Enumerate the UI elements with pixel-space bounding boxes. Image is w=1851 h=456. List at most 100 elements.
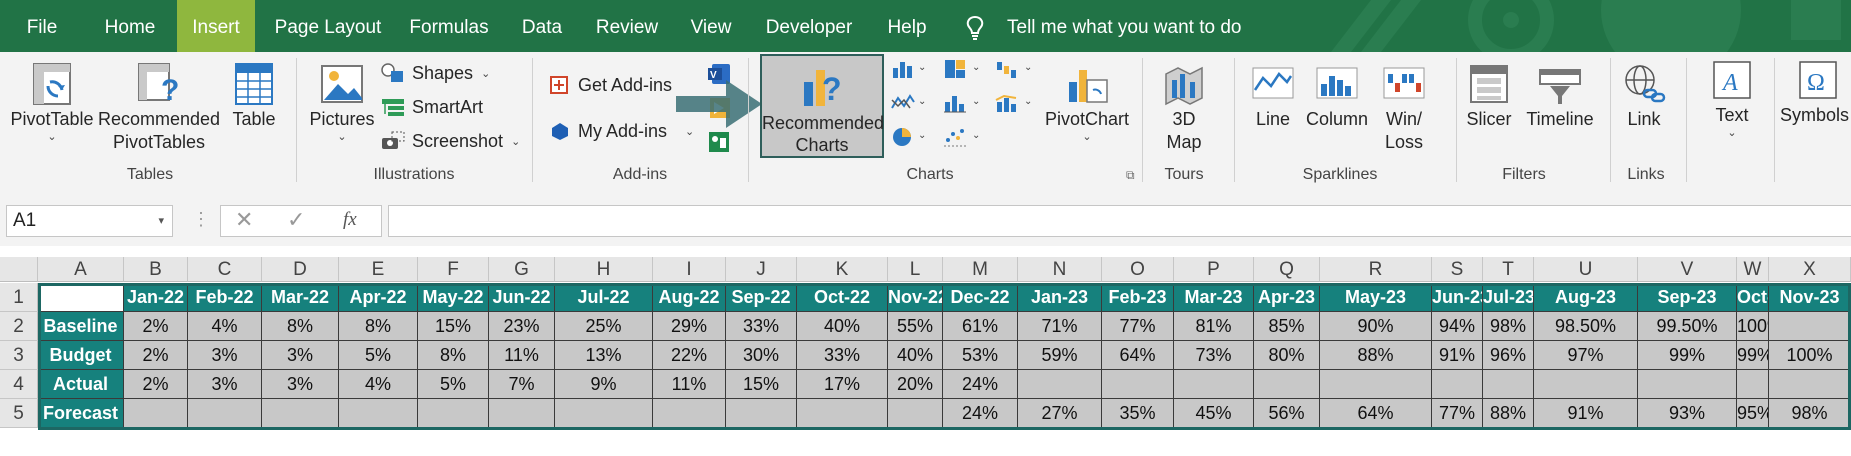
cell-k1[interactable]: Oct-22 — [797, 283, 888, 312]
row-header-1[interactable]: 1 — [0, 283, 38, 312]
cell-g2[interactable]: 23% — [489, 312, 555, 341]
cell-l2[interactable]: 55% — [888, 312, 943, 341]
cell-l3[interactable]: 40% — [888, 341, 943, 370]
cell-u2[interactable]: 98.50% — [1534, 312, 1638, 341]
tab-developer[interactable]: Developer — [761, 0, 857, 52]
cell-m1[interactable]: Dec-22 — [943, 283, 1018, 312]
cell-j4[interactable]: 15% — [726, 370, 797, 399]
cell-q4[interactable] — [1254, 370, 1320, 399]
cell-s5[interactable]: 77% — [1432, 399, 1483, 428]
cell-h4[interactable]: 9% — [555, 370, 653, 399]
statistic-chart-icon[interactable] — [942, 92, 968, 114]
cell-c3[interactable]: 3% — [188, 341, 262, 370]
cell-f1[interactable]: May-22 — [418, 283, 489, 312]
cell-u4[interactable] — [1534, 370, 1638, 399]
column-header-m[interactable]: M — [943, 257, 1018, 282]
hierarchy-chart-icon[interactable] — [942, 58, 968, 80]
column-header-s[interactable]: S — [1432, 257, 1483, 282]
recommended-charts-button[interactable]: ? Recommended Charts — [760, 54, 884, 158]
cell-f2[interactable]: 15% — [418, 312, 489, 341]
column-header-u[interactable]: U — [1534, 257, 1638, 282]
tab-view[interactable]: View — [684, 0, 738, 52]
column-header-b[interactable]: B — [124, 257, 188, 282]
tab-help[interactable]: Help — [880, 0, 934, 52]
cell-b2[interactable]: 2% — [124, 312, 188, 341]
cell-w3[interactable]: 99% — [1737, 341, 1769, 370]
cell-t1[interactable]: Jul-23 — [1483, 283, 1534, 312]
sparkline-column-button[interactable]: Column — [1306, 60, 1368, 131]
cell-i4[interactable]: 11% — [653, 370, 726, 399]
cell-e3[interactable]: 5% — [339, 341, 418, 370]
column-chart-icon[interactable] — [890, 58, 916, 80]
cell-e2[interactable]: 8% — [339, 312, 418, 341]
cell-b1[interactable]: Jan-22 — [124, 283, 188, 312]
cell-e4[interactable]: 4% — [339, 370, 418, 399]
cell-k4[interactable]: 17% — [797, 370, 888, 399]
select-all-corner[interactable] — [0, 257, 38, 282]
row-header-5[interactable]: 5 — [0, 399, 38, 428]
cell-q1[interactable]: Apr-23 — [1254, 283, 1320, 312]
cell-v4[interactable] — [1638, 370, 1737, 399]
chevron-down-icon[interactable]: ⌄ — [972, 130, 980, 141]
tab-review[interactable]: Review — [589, 0, 665, 52]
tab-page-layout[interactable]: Page Layout — [268, 0, 388, 52]
cell-c1[interactable]: Feb-22 — [188, 283, 262, 312]
chevron-down-icon[interactable]: ⌄ — [918, 96, 926, 107]
column-header-r[interactable]: R — [1320, 257, 1432, 282]
cell-r5[interactable]: 64% — [1320, 399, 1432, 428]
column-header-q[interactable]: Q — [1254, 257, 1320, 282]
sparkline-line-button[interactable]: Line — [1242, 60, 1304, 131]
cell-s3[interactable]: 91% — [1432, 341, 1483, 370]
sparkline-winloss-button[interactable]: Win/ Loss — [1374, 60, 1434, 154]
symbols-button[interactable]: Ω Symbols — [1780, 58, 1851, 127]
cell-x5[interactable]: 98% — [1769, 399, 1851, 428]
chevron-down-icon[interactable]: ⌄ — [972, 96, 980, 107]
cell-n2[interactable]: 71% — [1018, 312, 1102, 341]
cell-x2[interactable] — [1769, 312, 1851, 341]
cell-m4[interactable]: 24% — [943, 370, 1018, 399]
chevron-down-icon[interactable]: ⌄ — [972, 62, 980, 73]
cell-m2[interactable]: 61% — [943, 312, 1018, 341]
column-header-w[interactable]: W — [1737, 257, 1769, 282]
cell-b5[interactable] — [124, 399, 188, 428]
cell-k2[interactable]: 40% — [797, 312, 888, 341]
cell-j5[interactable] — [726, 399, 797, 428]
cell-k5[interactable] — [797, 399, 888, 428]
table-button[interactable]: Table — [226, 60, 282, 131]
cell-r4[interactable] — [1320, 370, 1432, 399]
pivot-table-button[interactable]: PivotTable ⌄ — [8, 60, 96, 143]
cell-j3[interactable]: 30% — [726, 341, 797, 370]
shapes-button[interactable]: Shapes ⌄ — [380, 62, 490, 84]
get-addins-button[interactable]: Get Add-ins — [548, 74, 672, 96]
column-header-k[interactable]: K — [797, 257, 888, 282]
cell-t4[interactable] — [1483, 370, 1534, 399]
cell-w5[interactable]: 95% — [1737, 399, 1769, 428]
3d-map-button[interactable]: 3D Map — [1148, 60, 1220, 154]
cell-o4[interactable] — [1102, 370, 1174, 399]
cell-a1[interactable] — [38, 283, 124, 312]
tab-insert[interactable]: Insert — [177, 0, 255, 52]
tab-data[interactable]: Data — [514, 0, 570, 52]
waterfall-chart-icon[interactable] — [994, 58, 1020, 80]
cell-w2[interactable]: 100% — [1737, 312, 1769, 341]
cell-d3[interactable]: 3% — [262, 341, 339, 370]
cell-p4[interactable] — [1174, 370, 1254, 399]
cell-h5[interactable] — [555, 399, 653, 428]
cell-u5[interactable]: 91% — [1534, 399, 1638, 428]
cell-n3[interactable]: 59% — [1018, 341, 1102, 370]
row-header-4[interactable]: 4 — [0, 370, 38, 399]
cell-j2[interactable]: 33% — [726, 312, 797, 341]
pictures-button[interactable]: Pictures ⌄ — [306, 60, 378, 143]
cell-d1[interactable]: Mar-22 — [262, 283, 339, 312]
cell-p5[interactable]: 45% — [1174, 399, 1254, 428]
cell-u3[interactable]: 97% — [1534, 341, 1638, 370]
cell-m3[interactable]: 53% — [943, 341, 1018, 370]
cell-v1[interactable]: Sep-23 — [1638, 283, 1737, 312]
timeline-button[interactable]: Timeline — [1520, 60, 1600, 131]
column-header-p[interactable]: P — [1174, 257, 1254, 282]
tab-file[interactable]: File — [14, 0, 70, 52]
pivot-chart-button[interactable]: PivotChart ⌄ — [1044, 60, 1130, 143]
enter-check-icon[interactable]: ✓ — [287, 207, 305, 233]
column-header-h[interactable]: H — [555, 257, 653, 282]
cell-t5[interactable]: 88% — [1483, 399, 1534, 428]
